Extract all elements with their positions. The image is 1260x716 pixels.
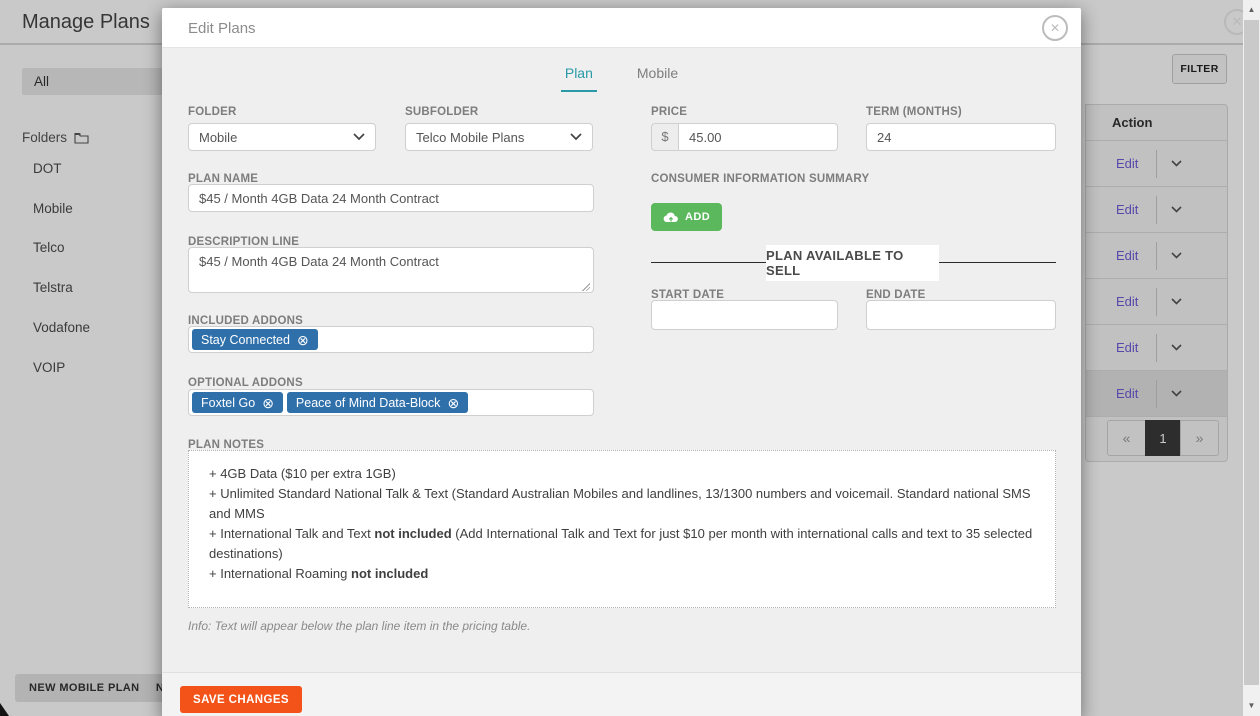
addon-tag: Stay Connected ⊗ bbox=[192, 329, 318, 350]
plan-notes-line: + International Roaming not included bbox=[209, 564, 1035, 584]
term-label: TERM (MONTHS) bbox=[866, 106, 962, 118]
remove-tag-icon[interactable]: ⊗ bbox=[447, 396, 459, 410]
tab-plan[interactable]: Plan bbox=[561, 65, 597, 92]
add-cis-button[interactable]: ADD bbox=[651, 203, 722, 231]
scroll-down-icon[interactable]: ▼ bbox=[1243, 698, 1260, 714]
resize-handle[interactable] bbox=[581, 282, 590, 291]
addon-tag-label: Peace of Mind Data-Block bbox=[296, 396, 441, 410]
scroll-up-icon[interactable]: ▲ bbox=[1243, 2, 1260, 18]
chevron-down-icon bbox=[570, 133, 582, 141]
plan-available-label: PLAN AVAILABLE TO SELL bbox=[766, 245, 939, 281]
addon-tag-label: Foxtel Go bbox=[201, 396, 255, 410]
optional-addons-field[interactable]: Foxtel Go ⊗ Peace of Mind Data-Block ⊗ bbox=[188, 389, 594, 416]
folder-select-value: Mobile bbox=[199, 130, 353, 145]
price-label: PRICE bbox=[651, 106, 687, 118]
modal-tabs: Plan Mobile bbox=[162, 65, 1081, 92]
start-date-input[interactable] bbox=[651, 300, 838, 330]
plan-notes-line: + 4GB Data ($10 per extra 1GB) bbox=[209, 464, 1035, 484]
subfolder-select-value: Telco Mobile Plans bbox=[416, 130, 570, 145]
plan-notes-line: + Unlimited Standard National Talk & Tex… bbox=[209, 484, 1035, 524]
description-line-textarea[interactable]: $45 / Month 4GB Data 24 Month Contract bbox=[188, 247, 594, 293]
cloud-upload-icon bbox=[663, 212, 679, 223]
screen: Manage Plans All Folders DOT Mobile Telc… bbox=[0, 0, 1260, 716]
modal-header: Edit Plans ✕ bbox=[162, 8, 1081, 48]
chevron-down-icon bbox=[353, 133, 365, 141]
included-addons-field[interactable]: Stay Connected ⊗ bbox=[188, 326, 594, 353]
modal-footer: SAVE CHANGES bbox=[162, 672, 1081, 716]
plan-name-input[interactable] bbox=[188, 184, 594, 212]
remove-tag-icon[interactable]: ⊗ bbox=[297, 333, 309, 347]
optional-addons-label: OPTIONAL ADDONS bbox=[188, 377, 303, 389]
addon-tag: Peace of Mind Data-Block ⊗ bbox=[287, 392, 468, 413]
cursor-artifact bbox=[0, 703, 9, 716]
price-input[interactable] bbox=[679, 123, 838, 151]
close-icon[interactable]: ✕ bbox=[1042, 15, 1068, 41]
price-currency-prefix: $ bbox=[651, 123, 679, 151]
scrollbar-thumb[interactable] bbox=[1244, 20, 1259, 685]
save-changes-button[interactable]: SAVE CHANGES bbox=[180, 686, 302, 713]
add-button-label: ADD bbox=[685, 211, 710, 223]
edit-plans-modal: Edit Plans ✕ Plan Mobile FOLDER SUBFOLDE… bbox=[162, 8, 1081, 716]
folder-label: FOLDER bbox=[188, 106, 236, 118]
plan-notes-info-text: Info: Text will appear below the plan li… bbox=[188, 619, 530, 633]
addon-tag-label: Stay Connected bbox=[201, 333, 290, 347]
folder-select[interactable]: Mobile bbox=[188, 123, 376, 151]
plan-notes-editor[interactable]: + 4GB Data ($10 per extra 1GB) + Unlimit… bbox=[188, 450, 1056, 608]
remove-tag-icon[interactable]: ⊗ bbox=[262, 396, 274, 410]
vertical-scrollbar[interactable]: ▲ ▼ bbox=[1243, 0, 1260, 716]
subfolder-select[interactable]: Telco Mobile Plans bbox=[405, 123, 593, 151]
subfolder-label: SUBFOLDER bbox=[405, 106, 478, 118]
modal-title: Edit Plans bbox=[188, 20, 256, 37]
consumer-info-summary-label: CONSUMER INFORMATION SUMMARY bbox=[651, 173, 869, 185]
end-date-input[interactable] bbox=[866, 300, 1056, 330]
plan-notes-line: + International Talk and Text not includ… bbox=[209, 524, 1035, 564]
term-input[interactable] bbox=[866, 123, 1056, 151]
addon-tag: Foxtel Go ⊗ bbox=[192, 392, 283, 413]
tab-mobile[interactable]: Mobile bbox=[633, 65, 682, 92]
